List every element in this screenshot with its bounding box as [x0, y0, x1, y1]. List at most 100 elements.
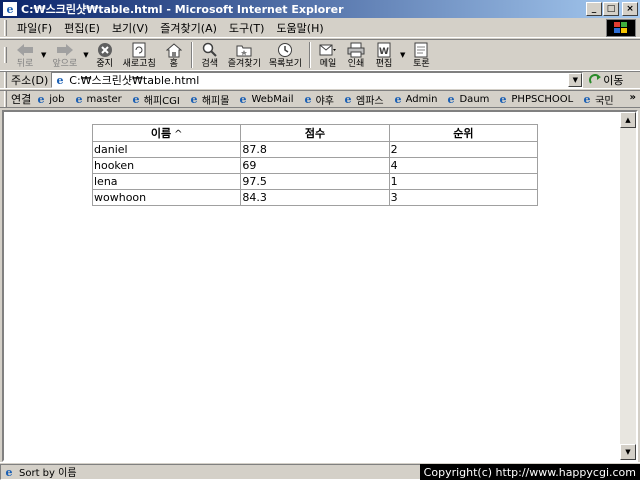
search-button[interactable]: 검색 — [196, 40, 224, 70]
toolbar-separator — [190, 42, 193, 68]
menu-help[interactable]: 도움말(H) — [270, 20, 329, 36]
cell-name: wowhoon — [91, 189, 242, 206]
edit-button[interactable]: W 편집 — [370, 40, 398, 70]
maximize-button[interactable]: □ — [603, 2, 619, 16]
menu-favorites[interactable]: 즐겨찾기(A) — [154, 20, 223, 36]
edit-label: 편집 — [375, 59, 393, 69]
link-yahoo[interactable]: e 야후 — [302, 92, 334, 107]
address-value: C:₩스크린샷₩table.html — [69, 74, 200, 87]
stop-button[interactable]: 중지 — [91, 40, 119, 70]
mail-button[interactable]: 메일 — [314, 40, 342, 70]
forward-button[interactable]: 앞으로 — [48, 40, 81, 70]
links-label: 연결 — [11, 93, 32, 106]
address-bar: 주소(D) e C:₩스크린샷₩table.html ▼ 이동 — [0, 71, 640, 89]
svg-text:e: e — [584, 93, 591, 105]
favorites-label: 즐겨찾기 — [227, 59, 261, 69]
toolbar-separator — [309, 42, 311, 68]
menu-grip[interactable] — [4, 19, 7, 36]
svg-text:e: e — [75, 93, 82, 105]
edit-dropdown-icon[interactable]: ▼ — [400, 51, 405, 59]
status-bar: e Sort by 이름 Copyright(c) http://www.hap… — [0, 462, 640, 480]
svg-text:e: e — [132, 93, 139, 105]
cell-score: 97.5 — [240, 173, 390, 190]
svg-text:e: e — [240, 93, 247, 105]
scroll-up-icon[interactable]: ▲ — [620, 112, 636, 128]
stop-icon — [95, 41, 115, 59]
svg-text:e: e — [190, 93, 197, 105]
cell-name: lena — [91, 173, 242, 190]
discuss-button[interactable]: 토론 — [407, 40, 435, 70]
link-happymall[interactable]: e 해피몰 — [188, 92, 229, 107]
link-admin[interactable]: e Admin — [392, 93, 437, 105]
refresh-label: 새로고침 — [122, 59, 156, 69]
search-icon — [200, 41, 220, 59]
link-daum[interactable]: e Daum — [445, 93, 489, 105]
forward-dropdown-icon[interactable]: ▼ — [83, 51, 88, 59]
stop-label: 중지 — [96, 59, 113, 69]
minimize-button[interactable]: _ — [586, 2, 602, 16]
ie-icon: e — [3, 2, 17, 16]
home-button[interactable]: 홈 — [160, 40, 188, 70]
cell-name: daniel — [91, 141, 242, 158]
printer-icon — [346, 41, 366, 59]
svg-text:e: e — [57, 74, 64, 86]
ie-page-icon: e — [38, 93, 45, 105]
address-dropdown-icon[interactable]: ▼ — [568, 73, 583, 87]
forward-label: 앞으로 — [52, 59, 78, 69]
toolbar-grip[interactable] — [4, 47, 7, 63]
menu-file[interactable]: 파일(F) — [11, 20, 58, 36]
standard-toolbar: 뒤로 ▼ 앞으로 ▼ 중지 새로고침 홈 검색 즐겨찾기 목록보기 메일 인쇄 … — [0, 39, 640, 71]
link-job[interactable]: e job — [35, 93, 65, 105]
link-label: Daum — [459, 93, 490, 105]
link-label: 엠파스 — [356, 95, 384, 107]
menu-edit[interactable]: 편집(E) — [58, 20, 106, 36]
word-document-icon: W — [374, 41, 394, 59]
cell-rank: 3 — [388, 189, 539, 206]
menu-view[interactable]: 보기(V) — [106, 20, 154, 36]
svg-text:e: e — [38, 93, 45, 105]
discuss-icon — [411, 41, 431, 59]
back-button[interactable]: 뒤로 — [11, 40, 39, 70]
cell-score: 84.3 — [240, 189, 390, 206]
address-grip[interactable] — [4, 72, 7, 88]
address-label: 주소(D) — [11, 74, 49, 87]
print-button[interactable]: 인쇄 — [342, 40, 370, 70]
link-label: master — [86, 93, 122, 105]
menu-tools[interactable]: 도구(T) — [223, 20, 271, 36]
go-button[interactable]: 이동 — [589, 72, 624, 88]
ie-page-icon: e — [304, 93, 311, 105]
svg-text:e: e — [394, 93, 401, 105]
cell-rank: 2 — [388, 141, 539, 158]
link-webmail[interactable]: e WebMail — [237, 93, 294, 105]
column-header-score[interactable]: 점수 — [240, 124, 390, 142]
go-label: 이동 — [603, 74, 624, 87]
link-master[interactable]: e master — [73, 93, 122, 105]
ie-page-icon: e — [190, 93, 197, 105]
links-grip[interactable] — [4, 91, 7, 107]
title-bar[interactable]: e C:₩스크린샷₩table.html - Microsoft Interne… — [0, 0, 640, 18]
favorites-button[interactable]: 즐겨찾기 — [224, 40, 265, 70]
favorites-folder-icon — [234, 41, 254, 59]
address-input[interactable]: e C:₩스크린샷₩table.html ▼ — [51, 72, 584, 88]
status-text: Sort by 이름 — [19, 468, 77, 479]
page-content: 이름 ^ 점수 순위 daniel 87.8 2 hooken 69 4 lena… — [2, 110, 638, 462]
home-label: 홈 — [169, 59, 178, 69]
column-header-name[interactable]: 이름 ^ — [91, 124, 242, 142]
table-row: wowhoon 84.3 3 — [91, 189, 539, 206]
link-label: WebMail — [251, 93, 294, 105]
svg-text:e: e — [304, 93, 311, 105]
link-kookmin[interactable]: e 국민 — [581, 92, 614, 107]
svg-text:e: e — [6, 466, 13, 478]
vertical-scrollbar[interactable]: ▲ ▼ — [620, 112, 636, 460]
close-button[interactable]: × — [622, 2, 638, 16]
back-dropdown-icon[interactable]: ▼ — [41, 51, 46, 59]
link-phpschool[interactable]: e PHPSCHOOL — [497, 93, 573, 105]
link-empas[interactable]: e 엠파스 — [342, 92, 384, 107]
scroll-down-icon[interactable]: ▼ — [620, 444, 636, 460]
refresh-button[interactable]: 새로고침 — [119, 40, 160, 70]
chevron-right-icon[interactable]: » — [630, 92, 636, 103]
column-header-rank[interactable]: 순위 — [388, 124, 539, 142]
search-label: 검색 — [201, 59, 219, 69]
history-button[interactable]: 목록보기 — [265, 40, 306, 70]
link-happycgi[interactable]: e 해피CGI — [130, 92, 180, 107]
